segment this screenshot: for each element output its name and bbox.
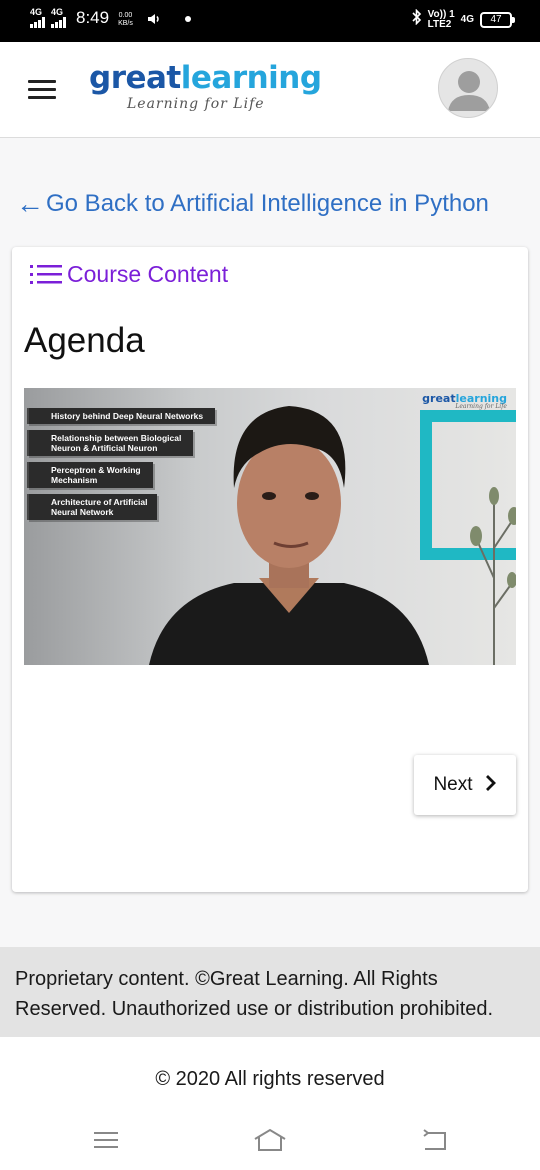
course-content-label: Course Content	[67, 261, 229, 287]
go-back-link[interactable]: ← Go Back to Artificial Intelligence in …	[16, 190, 489, 218]
volte-bottom-label: LTE2	[427, 18, 452, 30]
greatlearning-logo[interactable]: greatlearning Learning for Life	[89, 60, 322, 112]
back-icon[interactable]	[420, 1127, 450, 1153]
status-bar: 4G 4G 8:49 0.00 KB/s Vo)) 1 LTE2 4G 47	[0, 0, 540, 42]
sim2-signal-icon: 4G	[51, 8, 66, 28]
list-icon	[30, 264, 62, 286]
lesson-card: Course Content Agenda History behind Dee…	[12, 247, 528, 892]
copyright-text: © 2020 All rights reserved	[0, 1037, 540, 1117]
video-agenda-item: History behind Deep Neural Networks	[27, 408, 215, 424]
video-agenda-item: Architecture of Artificial Neural Networ…	[27, 494, 157, 520]
home-icon[interactable]	[252, 1127, 288, 1153]
next-button[interactable]: Next	[414, 755, 516, 815]
chevron-right-icon	[485, 772, 497, 798]
video-agenda-overlay: History behind Deep Neural Networks Rela…	[27, 408, 215, 526]
video-watermark-logo: greatlearning Learning for Life	[422, 392, 507, 410]
sim1-network-label: 4G	[30, 7, 43, 17]
network-speed-unit: KB/s	[118, 20, 133, 27]
proprietary-notice: Proprietary content. ©Great Learning. Al…	[0, 947, 540, 1037]
volume-icon	[147, 12, 161, 28]
video-background-plant	[470, 487, 516, 665]
page-title: Agenda	[24, 321, 145, 360]
user-avatar-icon[interactable]	[438, 58, 498, 118]
network-speed-value: 0.00	[118, 12, 133, 19]
network-speed: 0.00 KB/s	[118, 12, 133, 28]
logo-tagline: Learning for Life	[127, 96, 265, 112]
volte-top-label: Vo)) 1	[427, 8, 455, 20]
app-header: greatlearning Learning for Life	[0, 42, 540, 138]
network-type-label: 4G	[460, 14, 474, 25]
sim2-network-label: 4G	[51, 7, 64, 17]
logo-learning-text: learning	[180, 60, 322, 96]
lesson-video-player[interactable]: History behind Deep Neural Networks Rela…	[24, 388, 516, 665]
clock: 8:49	[76, 8, 110, 27]
battery-level: 47	[490, 13, 502, 25]
hamburger-menu-icon[interactable]	[28, 80, 56, 100]
video-agenda-item: Relationship between Biological Neuron &…	[27, 430, 193, 456]
logo-great-text: great	[89, 60, 181, 96]
video-logo-great: great	[422, 392, 456, 405]
go-back-link-text: Go Back to Artificial Intelligence in Py…	[46, 190, 489, 217]
back-arrow-icon: ←	[16, 188, 44, 219]
battery-icon: 47	[480, 11, 515, 28]
next-button-label: Next	[433, 774, 473, 795]
notification-dot-icon	[184, 16, 191, 22]
recent-apps-icon[interactable]	[92, 1127, 122, 1153]
volte-indicator: Vo)) 1 LTE2	[427, 8, 455, 30]
bluetooth-icon	[412, 8, 422, 30]
sim1-signal-icon: 4G	[30, 8, 45, 28]
course-content-link[interactable]: Course Content	[30, 261, 228, 288]
video-agenda-item: Perceptron & Working Mechanism	[27, 462, 153, 488]
system-navigation-bar	[0, 1117, 540, 1170]
